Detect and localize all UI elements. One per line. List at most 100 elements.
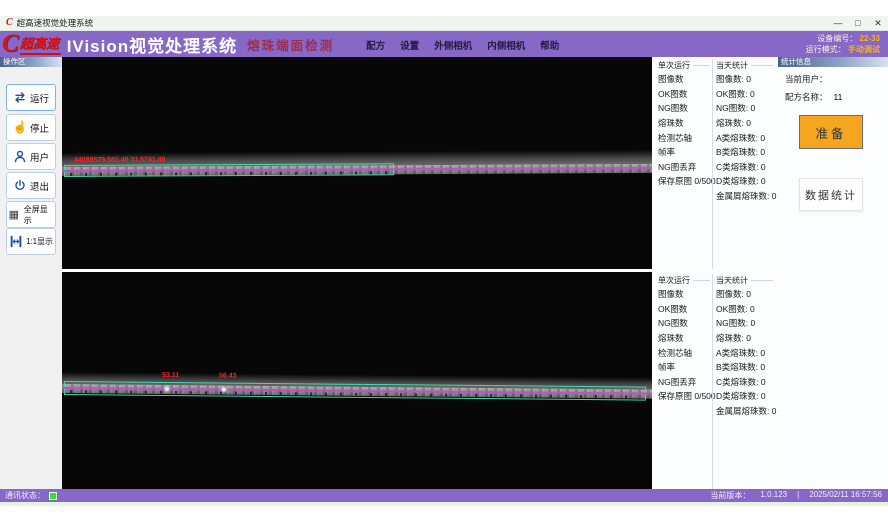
stat-value: 熔珠数: 0 xyxy=(716,116,775,131)
current-user-label: 当前用户： xyxy=(785,74,828,84)
stat-value: NG图数: 0 xyxy=(716,101,775,116)
exit-button-label: 退出 xyxy=(30,179,49,193)
stat-value: 图像数: 0 xyxy=(716,72,775,87)
page-title: IVision视觉处理系统 xyxy=(67,32,237,57)
stat-value: D类熔珠数: 0 xyxy=(716,174,775,189)
stat-label: 熔珠数 xyxy=(658,116,712,131)
fullscreen-button[interactable]: ▦ 全屏显示 xyxy=(6,201,56,228)
camera-view-inner: 53.11 56.43 xyxy=(62,272,652,489)
stat-value: 熔珠数: 0 xyxy=(716,331,775,346)
main-menu: 配方 设置 外侧相机 内侧相机 帮助 xyxy=(366,38,559,57)
stats-panel-outer: 单次运行 图像数 OK图数 NG图数 熔珠数 检测芯轴 帧率 NG图丢弃 保存原… xyxy=(655,57,776,269)
fullscreen-grid-icon: ▦ xyxy=(7,207,21,222)
camera1-annotation: 44088579.581.49 31.5741.49 xyxy=(74,156,166,163)
stat-label: OK图数 xyxy=(658,87,712,102)
prepare-button[interactable]: 准备 xyxy=(799,115,863,149)
sidebar-title: 操作区 xyxy=(0,57,62,67)
stat-value: 金属屑熔珠数: 0 xyxy=(716,189,775,204)
brand-logo-icon: C xyxy=(2,34,19,54)
menu-item-help[interactable]: 帮助 xyxy=(540,38,559,52)
stat-value: OK图数: 0 xyxy=(716,87,775,102)
one-to-one-icon xyxy=(9,234,23,249)
menu-item-recipe[interactable]: 配方 xyxy=(366,38,385,52)
status-bar: 通讯状态： 当前版本： 1.0.123 | 2025/02/11 16:57:5… xyxy=(0,489,888,502)
stat-label: 保存原图 0/500 xyxy=(658,389,712,404)
device-info: 设备编号： 22-33 运行模式： 手动调试 xyxy=(806,33,880,55)
user-icon xyxy=(13,149,27,164)
stat-label: NG图数 xyxy=(658,101,712,116)
stop-hand-icon: ☝ xyxy=(13,120,27,135)
comm-status-label: 通讯状态： xyxy=(5,490,45,501)
menu-item-settings[interactable]: 设置 xyxy=(400,38,419,52)
stat-value: NG图数: 0 xyxy=(716,316,775,331)
window-title: 超高速视觉处理系统 xyxy=(17,17,94,29)
stat-label: NG图丢弃 xyxy=(658,160,712,175)
menu-item-outer-camera[interactable]: 外侧相机 xyxy=(434,38,472,52)
stat-value: B类熔珠数: 0 xyxy=(716,145,775,160)
version-label: 当前版本： xyxy=(710,490,750,501)
datetime-value: 2025/02/11 16:57:56 xyxy=(809,490,882,501)
minimize-icon[interactable]: — xyxy=(828,18,848,29)
status-separator: | xyxy=(797,490,799,501)
run-mode-value: 手动调试 xyxy=(848,45,880,54)
stat-value: 金属屑熔珠数: 0 xyxy=(716,404,775,419)
exit-button[interactable]: 退出 xyxy=(6,172,56,199)
window-titlebar: C 超高速视觉处理系统 — □ ✕ xyxy=(0,16,888,31)
stat-value: B类熔珠数: 0 xyxy=(716,360,775,375)
stat-value: D类熔珠数: 0 xyxy=(716,389,775,404)
stat-label: OK图数 xyxy=(658,302,712,317)
operation-sidebar: 操作区 运行 ☝ 停止 用户 xyxy=(0,57,62,489)
run-cycle-icon xyxy=(13,90,27,105)
app-logo-icon: C xyxy=(6,18,13,28)
run-button[interactable]: 运行 xyxy=(6,84,56,111)
stats-panel-inner: 单次运行 图像数 OK图数 NG图数 熔珠数 检测芯轴 帧率 NG图丢弃 保存原… xyxy=(655,272,776,489)
fullscreen-button-label: 全屏显示 xyxy=(24,204,55,226)
single-run-header: 单次运行 xyxy=(658,60,690,71)
single-run-header: 单次运行 xyxy=(658,275,690,286)
stat-value: A类熔珠数: 0 xyxy=(716,345,775,360)
stat-label: NG图丢弃 xyxy=(658,375,712,390)
stat-label: 图像数 xyxy=(658,72,712,87)
camera-view-outer: 44088579.581.49 31.5741.49 xyxy=(62,57,652,269)
stop-button[interactable]: ☝ 停止 xyxy=(6,114,56,141)
app-window: C 超高速视觉处理系统 — □ ✕ C 超高速 IVision视觉处理系统 熔珠… xyxy=(0,0,888,522)
stat-value: C类熔珠数: 0 xyxy=(716,375,775,390)
daily-stats-header: 当天统计 xyxy=(716,275,748,286)
run-button-label: 运行 xyxy=(30,91,49,105)
recipe-name-label: 配方名称： xyxy=(785,92,828,102)
user-button-label: 用户 xyxy=(30,150,49,164)
stat-label: 检测芯轴 xyxy=(658,130,712,145)
stat-label: 检测芯轴 xyxy=(658,345,712,360)
daily-stats-header: 当天统计 xyxy=(716,60,748,71)
stat-value: 图像数: 0 xyxy=(716,287,775,302)
stat-label: 图像数 xyxy=(658,287,712,302)
comm-status-indicator xyxy=(49,492,57,500)
maximize-icon[interactable]: □ xyxy=(848,18,868,29)
info-panel-title: 统计信息 xyxy=(778,57,888,67)
stat-label: 保存原图 0/500 xyxy=(658,174,712,189)
stat-label: 熔珠数 xyxy=(658,331,712,346)
device-id-value: 22-33 xyxy=(860,34,880,43)
stat-label: NG图数 xyxy=(658,316,712,331)
stat-label: 帧率 xyxy=(658,360,712,375)
device-id-label: 设备编号： xyxy=(817,34,857,43)
desktop-strip xyxy=(0,502,888,506)
recipe-name-value: 11 xyxy=(834,92,843,102)
stat-value: C类熔珠数: 0 xyxy=(716,160,775,175)
stat-label: 帧率 xyxy=(658,145,712,160)
data-statistics-button[interactable]: 数据统计 xyxy=(799,178,863,211)
menu-item-inner-camera[interactable]: 内侧相机 xyxy=(487,38,525,52)
run-mode-label: 运行模式： xyxy=(806,45,846,54)
stat-value: OK图数: 0 xyxy=(716,302,775,317)
stop-button-label: 停止 xyxy=(30,121,49,135)
one-to-one-button[interactable]: 1:1显示 xyxy=(6,228,56,255)
camera2-annotation-1: 53.11 xyxy=(162,372,179,379)
power-icon xyxy=(13,178,27,193)
app-header: C 超高速 IVision视觉处理系统 熔珠端面检测 配方 设置 外侧相机 内侧… xyxy=(0,31,888,57)
close-icon[interactable]: ✕ xyxy=(868,18,888,29)
statistics-info-panel: 统计信息 当前用户： 配方名称： 11 准备 数据统计 xyxy=(778,57,888,489)
page-subtitle: 熔珠端面检测 xyxy=(247,35,334,54)
camera2-annotation-2: 56.43 xyxy=(219,373,237,380)
user-button[interactable]: 用户 xyxy=(6,143,56,170)
version-value: 1.0.123 xyxy=(760,490,787,501)
